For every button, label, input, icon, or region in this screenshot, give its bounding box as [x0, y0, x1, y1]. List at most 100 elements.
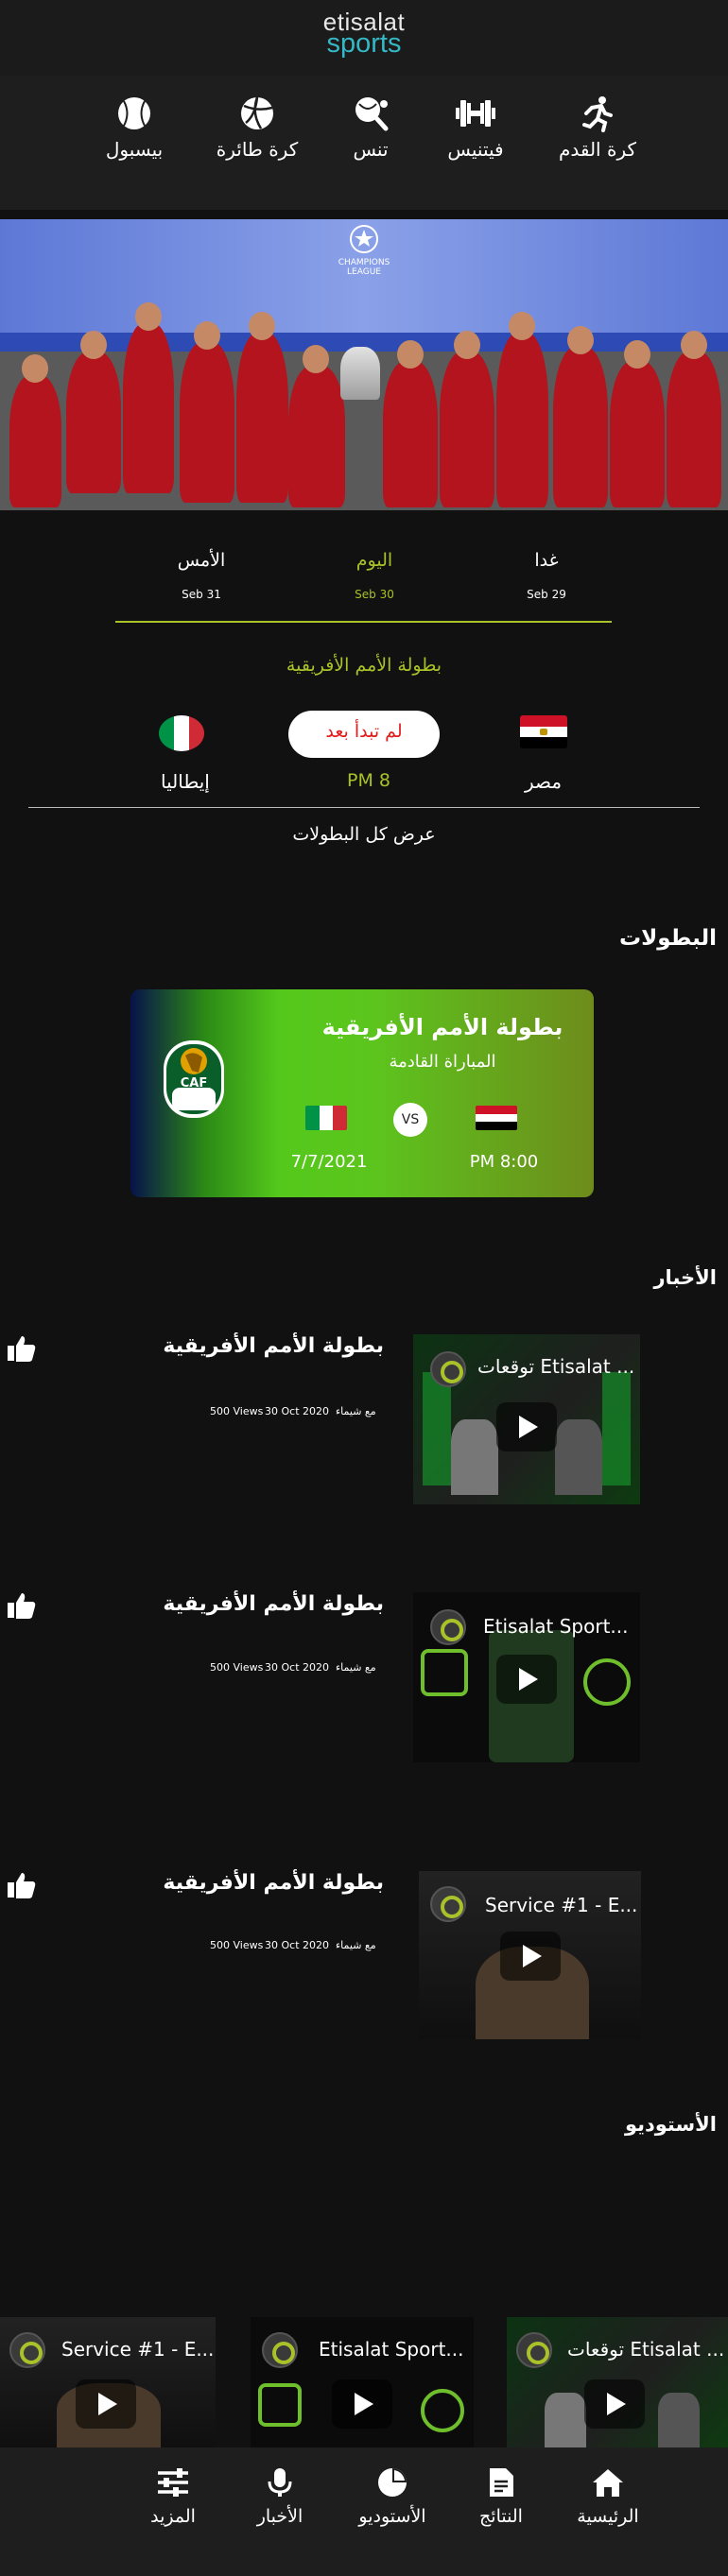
egypt-flag-icon: [476, 1106, 517, 1130]
tennis-icon: [355, 97, 389, 131]
category-label: تنس: [353, 138, 389, 161]
news-title[interactable]: بطولة الأمم الأفريقية: [161, 1871, 384, 1895]
champions-league-logo: CHAMPIONS LEAGUE: [326, 223, 402, 277]
brand-logo-bottom: sports: [326, 28, 402, 59]
video-title: Service #1 - E...: [485, 1894, 636, 1916]
trophy: [340, 347, 380, 400]
nav-label: المزيد: [150, 2506, 196, 2527]
video-title: Etisalat Sport...: [483, 1615, 629, 1638]
home-team-name: مصر: [525, 770, 563, 793]
play-icon[interactable]: [496, 1655, 557, 1704]
italy-flag-icon: [305, 1106, 347, 1130]
play-icon[interactable]: [332, 2379, 392, 2429]
nav-label: الرئيسية: [577, 2506, 639, 2527]
category-football[interactable]: كرة القدم: [531, 94, 664, 161]
play-icon[interactable]: [76, 2379, 136, 2429]
egypt-flag-icon: [520, 715, 567, 748]
studio-video-thumbnail[interactable]: Etisalat Sport...: [251, 2317, 474, 2449]
category-label: بيسبول: [105, 138, 164, 161]
video-title: توقعات Etisalat ...: [477, 1355, 633, 1378]
thumbs-up-icon[interactable]: [6, 1869, 38, 1901]
category-baseball[interactable]: بيسبول: [68, 94, 200, 161]
etisalat-logo-icon: [9, 2332, 45, 2368]
etisalat-logo-icon: [430, 1351, 466, 1387]
play-icon[interactable]: [584, 2379, 645, 2429]
date-tab-today[interactable]: اليوم Seb 30: [303, 550, 445, 601]
tournament-card[interactable]: بطولة الأمم الأفريقية المباراة القادمة C…: [130, 989, 594, 1197]
news-author: مع شيماء: [336, 1939, 376, 1951]
studio-heading: الأستوديو: [624, 2113, 717, 2136]
tournaments-heading: البطولات: [619, 926, 717, 951]
match-time: PM 8: [347, 770, 390, 791]
play-icon[interactable]: [500, 1932, 561, 1981]
nav-label: الأخبار: [256, 2506, 303, 2527]
news-date: 30 Oct 2020: [265, 1939, 330, 1951]
hero-banner-image[interactable]: CHAMPIONS LEAGUE: [0, 219, 728, 510]
date-tabs-underline: [115, 621, 612, 623]
date-tab-date: Seb 31: [182, 588, 221, 601]
news-video-thumbnail[interactable]: توقعات Etisalat ...: [413, 1334, 640, 1504]
etisalat-logo-icon: [430, 1886, 466, 1922]
studio-video-thumbnail[interactable]: Service #1 - E...: [0, 2317, 216, 2449]
dumbbell-icon: [456, 100, 495, 127]
app-header: etisalat sports: [0, 0, 728, 76]
tournament-card-subtitle: المباراة القادمة: [389, 1052, 496, 1072]
thumbs-up-icon[interactable]: [6, 1332, 38, 1365]
nav-more[interactable]: المزيد: [116, 2466, 230, 2527]
nav-label: الأستوديو: [358, 2506, 426, 2527]
hero-caption: CHAMPIONS LEAGUE: [338, 258, 390, 277]
caf-badge-icon: CAF: [161, 1037, 227, 1122]
studio-video-thumbnail[interactable]: توقعات Etisalat ...: [507, 2317, 728, 2449]
nav-studio[interactable]: الأستوديو: [336, 2466, 449, 2527]
vs-badge: VS: [393, 1103, 427, 1137]
news-title[interactable]: بطولة الأمم الأفريقية: [161, 1592, 384, 1616]
nav-news[interactable]: الأخبار: [223, 2466, 337, 2527]
volleyball-icon: [241, 96, 273, 129]
divider: [28, 807, 700, 808]
date-tab-day: اليوم: [355, 550, 393, 571]
play-icon[interactable]: [496, 1402, 557, 1451]
video-title: توقعات Etisalat ...: [567, 2338, 725, 2361]
running-icon: [582, 96, 613, 132]
etisalat-logo-icon: [516, 2332, 552, 2368]
date-tab-day: غدا: [534, 550, 559, 571]
italy-flag-icon: [159, 715, 204, 751]
video-title: Service #1 - E...: [61, 2338, 213, 2361]
news-title[interactable]: بطولة الأمم الأفريقية: [161, 1334, 384, 1358]
date-tab-tomorrow[interactable]: غدا Seb 29: [476, 550, 617, 601]
match-status-badge: لم تبدأ بعد: [288, 711, 440, 758]
news-views: 500 Views: [210, 1661, 264, 1674]
caf-badge-label: CAF: [180, 1076, 208, 1091]
match-tournament-title: بطولة الأمم الأفريقية: [286, 655, 442, 676]
away-team-name: إيطاليا: [161, 770, 210, 793]
date-tab-day: الأمس: [177, 550, 226, 571]
nav-results[interactable]: النتائج: [444, 2466, 558, 2527]
thumbs-up-icon[interactable]: [6, 1589, 38, 1622]
etisalat-logo-icon: [262, 2332, 298, 2368]
category-tennis[interactable]: تنس: [304, 94, 437, 161]
document-icon: [490, 2468, 513, 2497]
news-views: 500 Views: [210, 1939, 264, 1951]
view-all-tournaments-link[interactable]: عرض كل البطولات: [0, 824, 728, 845]
microphone-icon: [268, 2468, 292, 2497]
tournament-card-date: 7/7/2021: [290, 1152, 368, 1172]
news-video-thumbnail[interactable]: Service #1 - E...: [419, 1871, 641, 2039]
sliders-icon: [158, 2468, 188, 2497]
date-tab-date: Seb 30: [355, 588, 394, 601]
date-tab-date: Seb 29: [527, 588, 566, 601]
nav-home[interactable]: الرئيسية: [551, 2466, 665, 2527]
date-tab-yesterday[interactable]: الأمس Seb 31: [130, 550, 272, 601]
tournament-card-time: PM 8:00: [469, 1152, 539, 1172]
news-date: 30 Oct 2020: [265, 1405, 330, 1417]
baseball-icon: [118, 97, 150, 129]
nav-label: النتائج: [479, 2506, 523, 2527]
news-heading: الأخبار: [653, 1266, 717, 1289]
star-ball-icon: [350, 225, 378, 253]
news-author: مع شيماء: [336, 1405, 376, 1417]
tournament-card-title: بطولة الأمم الأفريقية: [321, 1014, 563, 1040]
category-volleyball[interactable]: كرة طائرة: [191, 94, 323, 161]
news-date: 30 Oct 2020: [265, 1661, 330, 1674]
app-screen: etisalat sports كرة القدم فيتنيس تنس كرة…: [0, 0, 728, 2576]
news-video-thumbnail[interactable]: Etisalat Sport...: [413, 1592, 640, 1762]
category-label: كرة القدم: [558, 138, 637, 161]
